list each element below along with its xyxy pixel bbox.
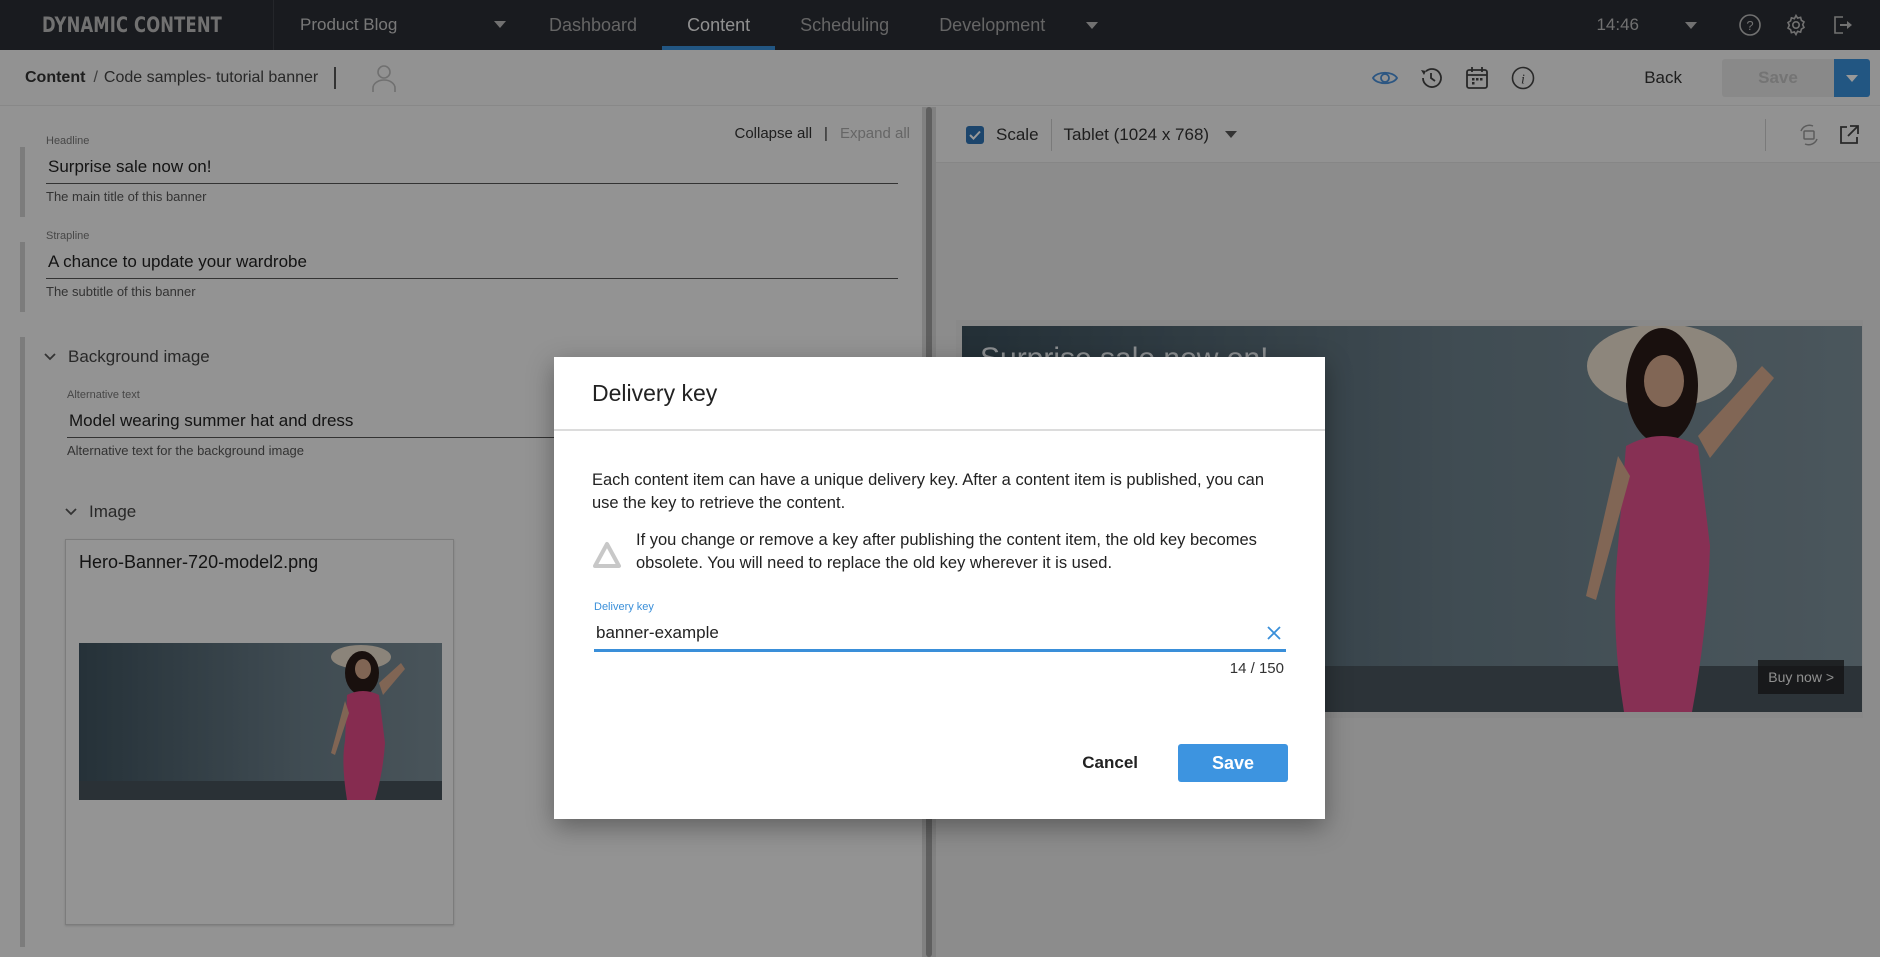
dialog-description: Each content item can have a unique deli…	[592, 471, 1265, 512]
delivery-key-field: Delivery key 14 / 150	[594, 601, 1286, 677]
cancel-button[interactable]: Cancel	[1082, 753, 1138, 773]
delivery-key-dialog: Delivery key Each content item can have …	[554, 357, 1325, 819]
dialog-warning: If you change or remove a key after publ…	[592, 529, 1287, 575]
warning-text: If you change or remove a key after publ…	[636, 531, 1257, 572]
save-button[interactable]: Save	[1178, 744, 1288, 782]
clear-icon[interactable]	[1266, 625, 1282, 641]
dialog-header: Delivery key	[554, 357, 1325, 431]
dialog-title: Delivery key	[592, 379, 718, 406]
warning-icon	[593, 542, 621, 568]
delivery-key-label: Delivery key	[594, 601, 654, 613]
dialog-body: Each content item can have a unique deli…	[554, 431, 1325, 677]
delivery-key-input[interactable]	[594, 613, 1286, 652]
character-count: 14 / 150	[1229, 660, 1284, 677]
dialog-footer: Cancel Save	[1082, 744, 1288, 782]
